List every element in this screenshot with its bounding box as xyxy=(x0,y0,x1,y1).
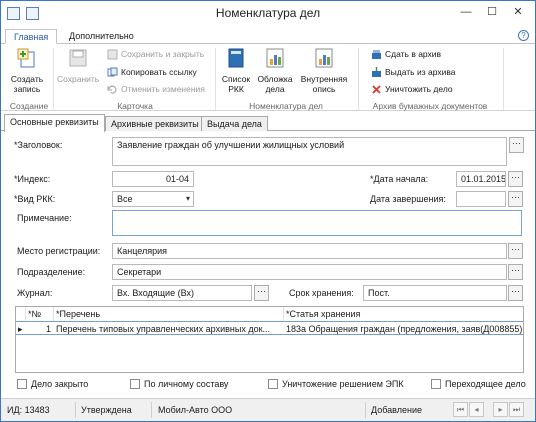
table-row-article[interactable]: 183а Обращения граждан (предложения, зая… xyxy=(284,321,523,335)
tab-case-issuance[interactable]: Выдача дела xyxy=(201,116,268,131)
index-field[interactable]: 01-04 xyxy=(112,171,194,187)
journal-field[interactable]: Вх. Входящие (Вх) xyxy=(112,285,252,301)
maximize-button[interactable]: ☐ xyxy=(479,3,505,21)
form-tabs: Основные реквизиты Архивные реквизиты Вы… xyxy=(1,113,535,132)
group-label-creation: Создание xyxy=(9,101,49,111)
app-window: Номенклатура дел — ☐ ✕ Главная Дополните… xyxy=(0,0,536,422)
department-label: Подразделение: xyxy=(17,267,86,277)
create-record-button[interactable]: Создать запись xyxy=(9,47,45,94)
ribbon-tab-home[interactable]: Главная xyxy=(5,29,58,44)
save-close-icon xyxy=(107,49,118,59)
report-chart-icon xyxy=(266,48,284,68)
group-label-nomenclature: Номенклатура дел xyxy=(249,101,323,111)
book-icon xyxy=(228,48,244,68)
department-field[interactable]: Секретари xyxy=(112,264,507,280)
department-select-button[interactable]: ··· xyxy=(508,264,523,280)
storage-period-select-button[interactable]: ··· xyxy=(508,285,523,301)
end-date-field[interactable] xyxy=(456,191,506,207)
checkbox-box[interactable] xyxy=(17,379,27,389)
cancel-changes-button[interactable]: Отменить изменения xyxy=(107,82,205,96)
storage-period-label: Срок хранения: xyxy=(289,288,354,298)
case-cover-button[interactable]: Обложка дела xyxy=(256,47,294,94)
title-bar: Номенклатура дел — ☐ ✕ xyxy=(1,1,535,28)
personnel-checkbox[interactable]: По личному составу xyxy=(130,379,228,389)
end-date-picker-button[interactable]: ··· xyxy=(508,191,523,207)
checkbox-box[interactable] xyxy=(268,379,278,389)
save-close-button[interactable]: Сохранить и закрыть xyxy=(107,47,204,61)
rkk-list-button[interactable]: Список РКК xyxy=(219,47,253,94)
note-field[interactable] xyxy=(112,210,522,236)
ribbon-tab-additional[interactable]: Дополнительно xyxy=(61,29,142,44)
journal-select-button[interactable]: ··· xyxy=(254,285,269,301)
table-header-marker xyxy=(16,307,26,321)
nomenclature-table[interactable]: *№ *Перечень *Статья хранения ▸ 1 Перече… xyxy=(15,306,524,373)
registration-place-field[interactable]: Канцелярия xyxy=(112,243,507,259)
start-date-field[interactable]: 01.01.2015 xyxy=(456,171,506,187)
issue-from-archive-button[interactable]: Выдать из архива xyxy=(371,65,455,79)
first-record-button[interactable]: ⏮ xyxy=(453,402,468,417)
status-bar: ИД: 13483 Утверждена Мобил-Авто ООО Доба… xyxy=(1,398,535,421)
tab-main-attributes[interactable]: Основные реквизиты xyxy=(4,114,105,132)
copy-link-button[interactable]: Копировать ссылку xyxy=(107,65,197,79)
help-icon[interactable]: ? xyxy=(518,30,529,41)
group-label-paper-archive: Архив бумажных документов xyxy=(372,101,488,111)
next-record-button[interactable]: ▸ xyxy=(493,402,508,417)
last-record-button[interactable]: ⏭ xyxy=(509,402,524,417)
chevron-down-icon[interactable]: ▾ xyxy=(183,192,193,206)
rkk-type-select[interactable]: Все xyxy=(112,191,194,207)
red-x-icon xyxy=(372,84,381,94)
record-id: ИД: 13483 xyxy=(7,405,50,415)
storage-period-field[interactable]: Пост. xyxy=(363,285,507,301)
save-button[interactable]: Сохранить xyxy=(57,47,99,84)
ribbon-tabs: Главная Дополнительно ? xyxy=(1,28,535,44)
table-row-number[interactable]: 1 xyxy=(26,321,54,335)
index-label: *Индекс: xyxy=(14,174,51,184)
registration-place-label: Место регистрации: xyxy=(17,246,101,256)
title-field[interactable]: Заявление граждан об улучшении жилищных … xyxy=(112,137,507,166)
case-closed-checkbox[interactable]: Дело закрыто xyxy=(17,379,88,389)
end-date-label: Дата завершения: xyxy=(370,194,446,204)
archive-out-icon xyxy=(372,66,381,77)
checkbox-box[interactable] xyxy=(130,379,140,389)
hand-to-archive-button[interactable]: Сдать в архив xyxy=(371,47,441,61)
row-marker: ▸ xyxy=(16,321,26,335)
rkk-type-label: *Вид РКК: xyxy=(14,194,56,204)
copy-link-icon xyxy=(107,67,118,76)
save-icon xyxy=(69,49,87,67)
window-controls: — ☐ ✕ xyxy=(453,3,531,21)
undo-icon xyxy=(107,84,117,94)
organization: Мобил-Авто ООО xyxy=(158,405,233,415)
note-label: Примечание: xyxy=(17,213,72,223)
tab-archive-attributes[interactable]: Архивные реквизиты xyxy=(105,116,205,131)
internal-inventory-button[interactable]: Внутренняя опись xyxy=(298,47,350,94)
table-header-list[interactable]: *Перечень xyxy=(54,307,284,321)
group-label-card: Карточка xyxy=(117,101,153,111)
start-date-picker-button[interactable]: ··· xyxy=(508,171,523,187)
title-label: *Заголовок: xyxy=(14,140,63,150)
record-state: Утверждена xyxy=(81,405,132,415)
registration-select-button[interactable]: ··· xyxy=(508,243,523,259)
archive-in-icon xyxy=(372,49,381,59)
start-date-label: *Дата начала: xyxy=(370,174,429,184)
transitional-case-checkbox[interactable]: Переходящее дело xyxy=(431,379,526,389)
close-button[interactable]: ✕ xyxy=(505,3,531,21)
table-row-list[interactable]: Перечень типовых управленческих архивных… xyxy=(54,321,284,335)
checkbox-box[interactable] xyxy=(431,379,441,389)
report-chart-icon xyxy=(315,48,333,68)
title-select-button[interactable]: ··· xyxy=(509,137,524,153)
ribbon: Создать запись Создание Сохранить Сохран… xyxy=(1,44,535,111)
journal-label: Журнал: xyxy=(17,288,53,298)
minimize-button[interactable]: — xyxy=(453,3,479,21)
create-record-icon xyxy=(17,48,35,68)
destroy-case-button[interactable]: Уничтожить дело xyxy=(371,82,453,96)
table-header-number[interactable]: *№ xyxy=(26,307,54,321)
table-header-article[interactable]: *Статья хранения xyxy=(284,307,523,321)
prev-record-button[interactable]: ◂ xyxy=(469,402,484,417)
edit-mode: Добавление xyxy=(371,405,422,415)
epk-destruction-checkbox[interactable]: Уничтожение решением ЭПК xyxy=(268,379,404,389)
